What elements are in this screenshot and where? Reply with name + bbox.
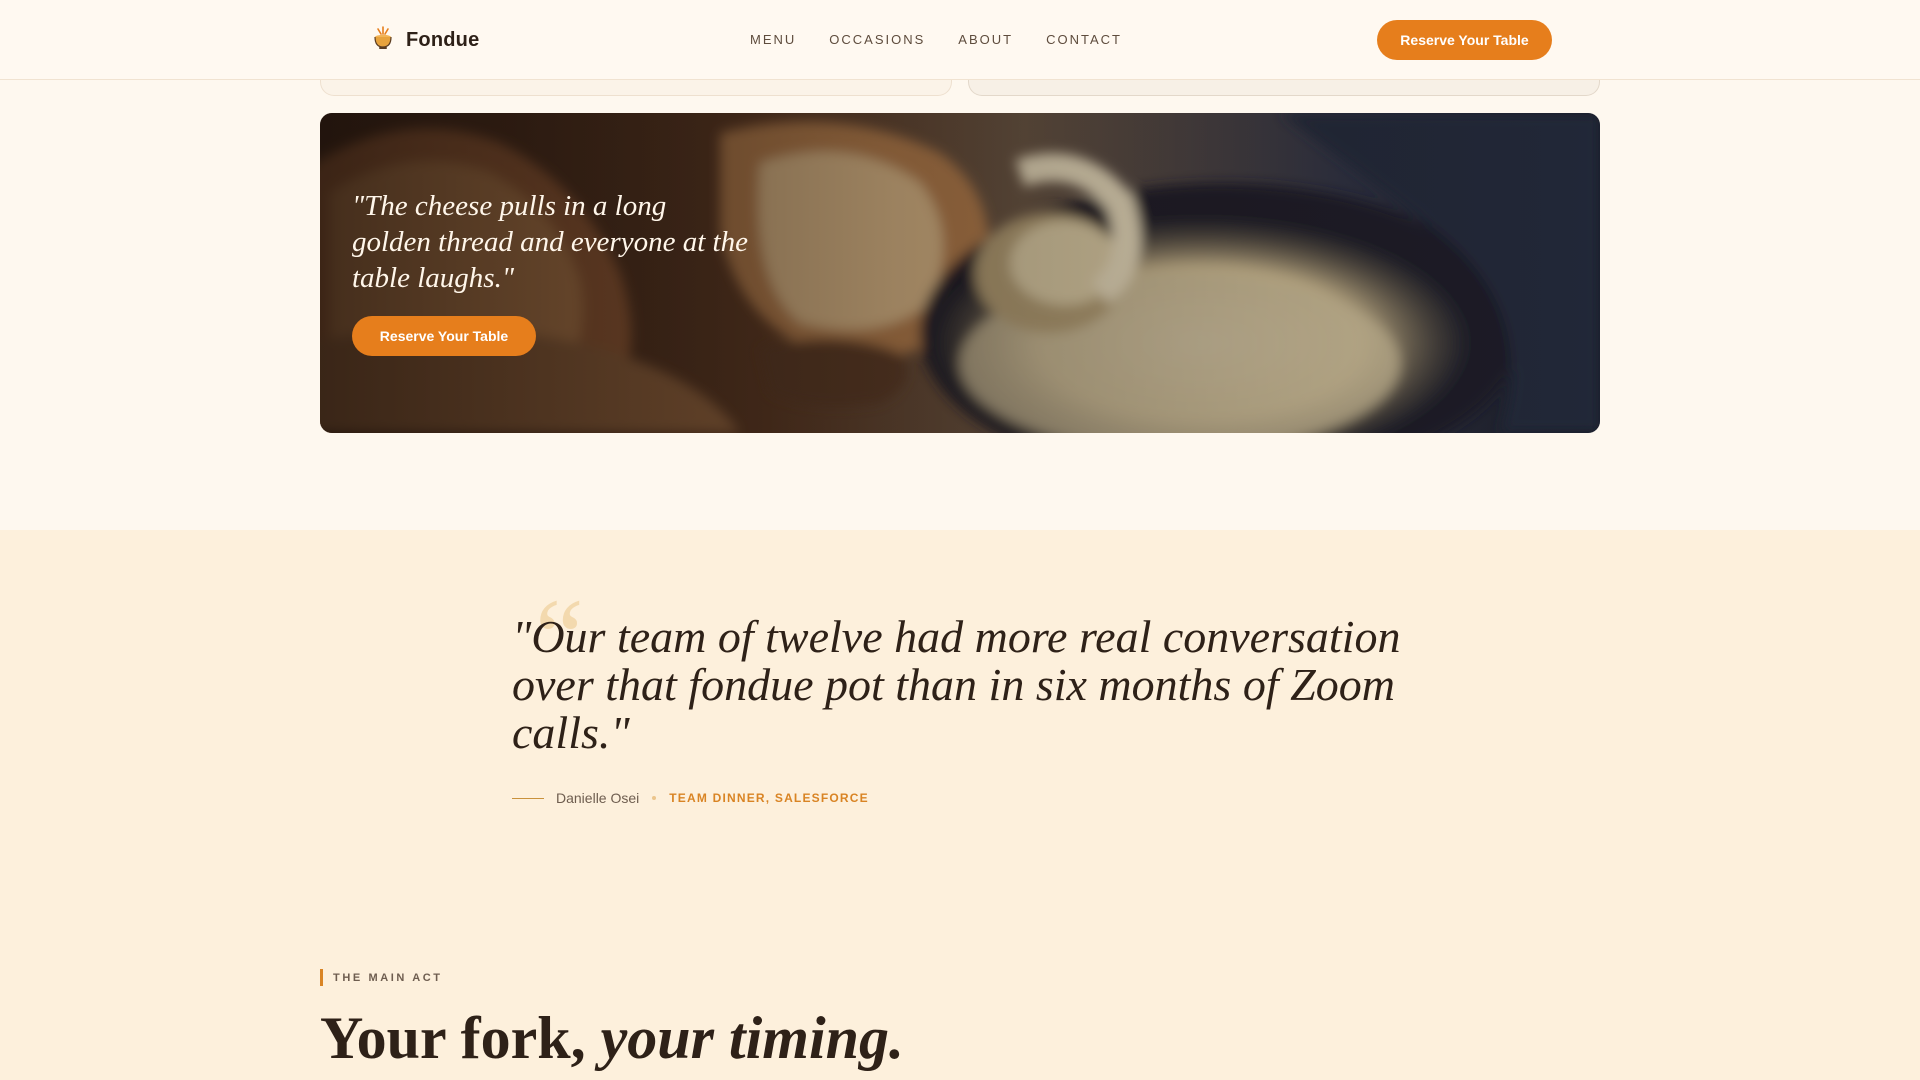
testimonial-attribution: Danielle Osei TEAM DINNER, SALESFORCE (512, 788, 869, 808)
eyebrow-label: THE MAIN ACT (333, 971, 443, 984)
testimonial-quote: "Our team of twelve had more real conver… (512, 611, 1401, 758)
attribution-dot (652, 796, 657, 800)
brand-logo-link[interactable]: Fondue (372, 25, 479, 56)
photo-banner-content: "The cheese pulls in a long golden threa… (352, 188, 752, 356)
section-title: Your fork, your timing. (320, 998, 904, 1078)
section-eyebrow: THE MAIN ACT (320, 969, 443, 986)
fondue-photo-banner: "The cheese pulls in a long golden threa… (320, 113, 1600, 433)
fondue-pot-icon (372, 25, 394, 56)
nav-link-about[interactable]: ABOUT (958, 32, 1013, 47)
nav-link-contact[interactable]: CONTACT (1046, 32, 1122, 47)
section-title-italic: your timing. (600, 1005, 904, 1071)
nav-link-occasions[interactable]: OCCASIONS (829, 32, 925, 47)
nav-link-menu[interactable]: MENU (750, 32, 796, 47)
testimonial-role: TEAM DINNER, SALESFORCE (669, 791, 869, 805)
top-nav: Fondue MENU OCCASIONS ABOUT CONTACT Rese… (0, 0, 1920, 80)
attribution-divider (512, 797, 544, 799)
main-nav: MENU OCCASIONS ABOUT CONTACT (750, 32, 1122, 47)
brand-name: Fondue (406, 29, 480, 51)
testimonial-author: Danielle Osei (556, 790, 640, 806)
photo-banner-quote: "The cheese pulls in a long golden threa… (352, 190, 748, 294)
testimonial-section: “ "Our team of twelve had more real conv… (0, 530, 1920, 1080)
section-title-plain: Your fork, (320, 1005, 586, 1071)
reserve-table-button[interactable]: Reserve Your Table (1377, 20, 1552, 60)
reserve-table-button-banner[interactable]: Reserve Your Table (352, 316, 536, 356)
